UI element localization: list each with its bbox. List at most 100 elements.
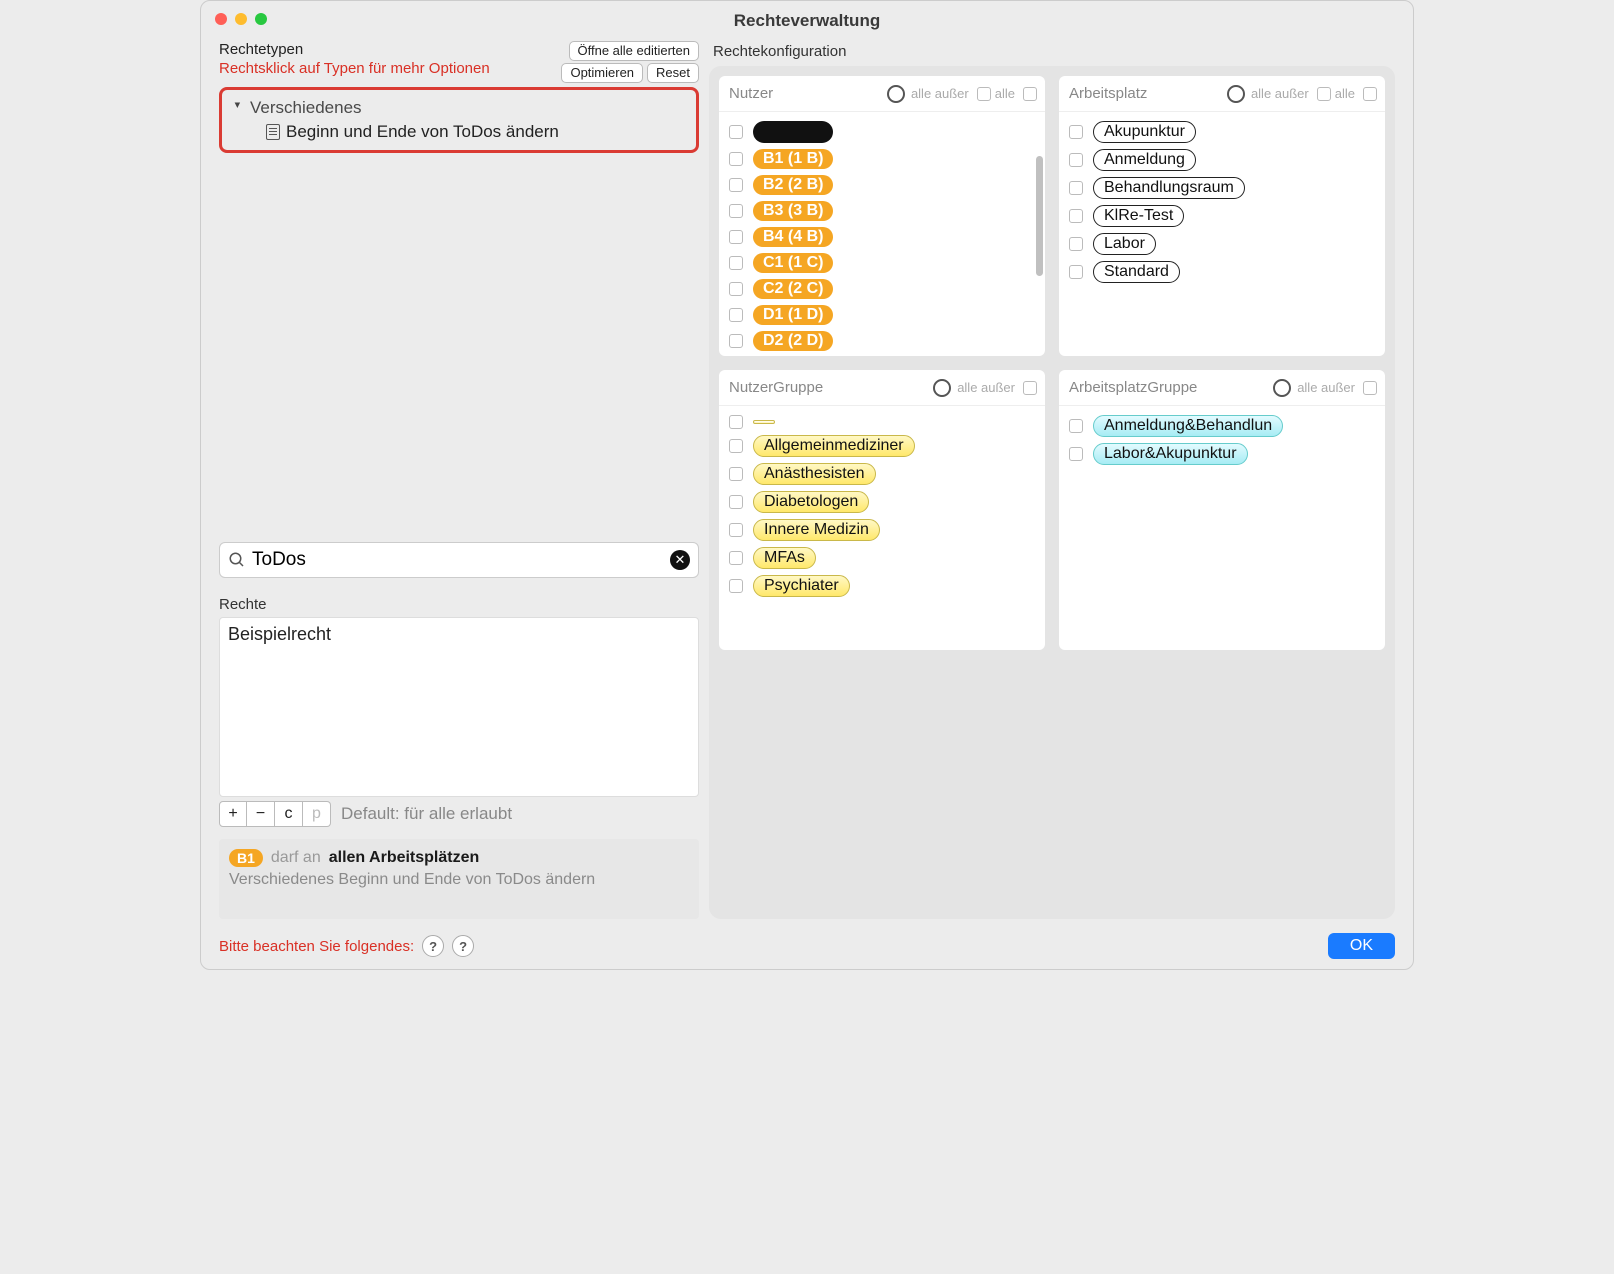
footer: Bitte beachten Sie folgendes: ? ? OK (219, 933, 1395, 959)
checkbox-except-apg[interactable] (1363, 381, 1377, 395)
checkbox[interactable] (729, 495, 743, 509)
checkbox[interactable] (729, 282, 743, 296)
checkbox[interactable] (1069, 419, 1083, 433)
open-all-edited-button[interactable]: Öffne alle editierten (569, 41, 700, 61)
checkbox[interactable] (1069, 153, 1083, 167)
checkbox[interactable] (1069, 447, 1083, 461)
checkbox[interactable] (1069, 209, 1083, 223)
optimize-button[interactable]: Optimieren (561, 63, 643, 83)
workplace-pill[interactable]: Labor (1093, 233, 1156, 255)
search-input[interactable] (246, 549, 670, 571)
checkbox[interactable] (729, 256, 743, 270)
card-body-arbeitsplatzgruppe[interactable]: Anmeldung&Behandlun Labor&Akupunktur (1059, 406, 1385, 650)
checkbox-all-ap[interactable] (1363, 87, 1377, 101)
card-title-arbeitsplatzgruppe: ArbeitsplatzGruppe (1069, 379, 1197, 396)
user-pill[interactable]: D1 (1 D) (753, 305, 833, 325)
workplace-pill[interactable]: Standard (1093, 261, 1180, 283)
usergroup-pill[interactable]: Psychiater (753, 575, 850, 597)
tree-item-label: Beginn und Ende von ToDos ändern (286, 122, 559, 142)
checkbox[interactable] (729, 415, 743, 429)
checkbox[interactable] (729, 467, 743, 481)
card-title-nutzergruppe: NutzerGruppe (729, 379, 823, 396)
rights-list-item[interactable]: Beispielrecht (228, 624, 690, 645)
rights-label: Rechte (219, 596, 699, 613)
tree-item-row[interactable]: Beginn und Ende von ToDos ändern (226, 120, 692, 144)
card-body-arbeitsplatz[interactable]: Akupunktur Anmeldung Behandlungsraum KlR… (1059, 112, 1385, 356)
tree-group-row[interactable]: ▸ Verschiedenes (226, 96, 692, 120)
reset-button[interactable]: Reset (647, 63, 699, 83)
card-arbeitsplatzgruppe: ArbeitsplatzGruppe alle außer Anmeldung&… (1059, 370, 1385, 650)
rights-type-tree[interactable]: ▸ Verschiedenes Beginn und Ende von ToDo… (219, 87, 699, 153)
help-button-2[interactable]: ? (452, 935, 474, 957)
help-button-1[interactable]: ? (422, 935, 444, 957)
right-panel: Rechtekonfiguration Nutzer alle außer al… (709, 41, 1395, 919)
usergroup-pill[interactable]: Innere Medizin (753, 519, 880, 541)
usergroup-pill[interactable]: MFAs (753, 547, 816, 569)
workplace-pill[interactable]: Anmeldung (1093, 149, 1196, 171)
card-body-nutzer[interactable]: B1 (1 B) B2 (2 B) B3 (3 B) B4 (4 B) C1 (… (719, 112, 1045, 356)
chevron-down-icon: ▸ (232, 102, 245, 114)
user-pill[interactable]: B4 (4 B) (753, 227, 833, 247)
document-icon (266, 124, 280, 140)
usergroup-pill[interactable]: Allgemeinmediziner (753, 435, 915, 457)
usergroup-pill[interactable] (753, 420, 775, 424)
card-arbeitsplatz: Arbeitsplatz alle außer alle Akupunktur … (1059, 76, 1385, 356)
gear-icon[interactable] (1273, 379, 1291, 397)
summary-verb: darf an (271, 849, 321, 867)
checkbox-all-nutzer[interactable] (1023, 87, 1037, 101)
checkbox[interactable] (729, 308, 743, 322)
workplace-pill[interactable]: Akupunktur (1093, 121, 1196, 143)
checkbox[interactable] (729, 178, 743, 192)
minimize-window-button[interactable] (235, 13, 247, 25)
user-pill[interactable]: C2 (2 C) (753, 279, 833, 299)
add-right-button[interactable]: + (219, 801, 247, 827)
user-pill[interactable]: D2 (2 D) (753, 331, 833, 351)
config-title: Rechtekonfiguration (709, 43, 1395, 60)
card-body-nutzergruppe[interactable]: Allgemeinmediziner Anästhesisten Diabeto… (719, 406, 1045, 650)
checkbox[interactable] (1069, 265, 1083, 279)
clear-right-button[interactable]: c (275, 801, 303, 827)
workplace-pill[interactable]: KlRe-Test (1093, 205, 1184, 227)
checkbox[interactable] (1069, 237, 1083, 251)
checkbox[interactable] (1069, 125, 1083, 139)
user-pill[interactable] (753, 121, 833, 143)
checkbox-except-ng[interactable] (1023, 381, 1037, 395)
zoom-window-button[interactable] (255, 13, 267, 25)
user-pill[interactable]: B2 (2 B) (753, 175, 833, 195)
close-window-button[interactable] (215, 13, 227, 25)
usergroup-pill[interactable]: Anästhesisten (753, 463, 876, 485)
summary-badge: B1 (229, 849, 263, 867)
workgroup-pill[interactable]: Anmeldung&Behandlun (1093, 415, 1283, 437)
checkbox[interactable] (729, 523, 743, 537)
scrollbar[interactable] (1036, 156, 1043, 276)
remove-right-button[interactable]: − (247, 801, 275, 827)
checkbox[interactable] (729, 551, 743, 565)
checkbox[interactable] (729, 125, 743, 139)
checkbox[interactable] (729, 579, 743, 593)
checkbox[interactable] (729, 230, 743, 244)
checkbox[interactable] (729, 439, 743, 453)
checkbox-except-ap[interactable] (1317, 87, 1331, 101)
default-text: Default: für alle erlaubt (341, 804, 512, 824)
checkbox[interactable] (729, 204, 743, 218)
usergroup-pill[interactable]: Diabetologen (753, 491, 869, 513)
workgroup-pill[interactable]: Labor&Akupunktur (1093, 443, 1248, 465)
rights-list[interactable]: Beispielrecht (219, 617, 699, 797)
paste-right-button[interactable]: p (303, 801, 331, 827)
gear-icon[interactable] (933, 379, 951, 397)
ok-button[interactable]: OK (1328, 933, 1395, 959)
card-title-nutzer: Nutzer (729, 85, 773, 102)
checkbox-except-nutzer[interactable] (977, 87, 991, 101)
clear-search-button[interactable]: ✕ (670, 550, 690, 570)
config-panel: Nutzer alle außer alle B1 (1 B) B2 (2 B)… (709, 66, 1395, 919)
user-pill[interactable]: B1 (1 B) (753, 149, 833, 169)
user-pill[interactable]: C1 (1 C) (753, 253, 833, 273)
gear-icon[interactable] (887, 85, 905, 103)
gear-icon[interactable] (1227, 85, 1245, 103)
workplace-pill[interactable]: Behandlungsraum (1093, 177, 1245, 199)
user-pill[interactable]: B3 (3 B) (753, 201, 833, 221)
checkbox[interactable] (1069, 181, 1083, 195)
checkbox[interactable] (729, 152, 743, 166)
card-title-arbeitsplatz: Arbeitsplatz (1069, 85, 1147, 102)
checkbox[interactable] (729, 334, 743, 348)
